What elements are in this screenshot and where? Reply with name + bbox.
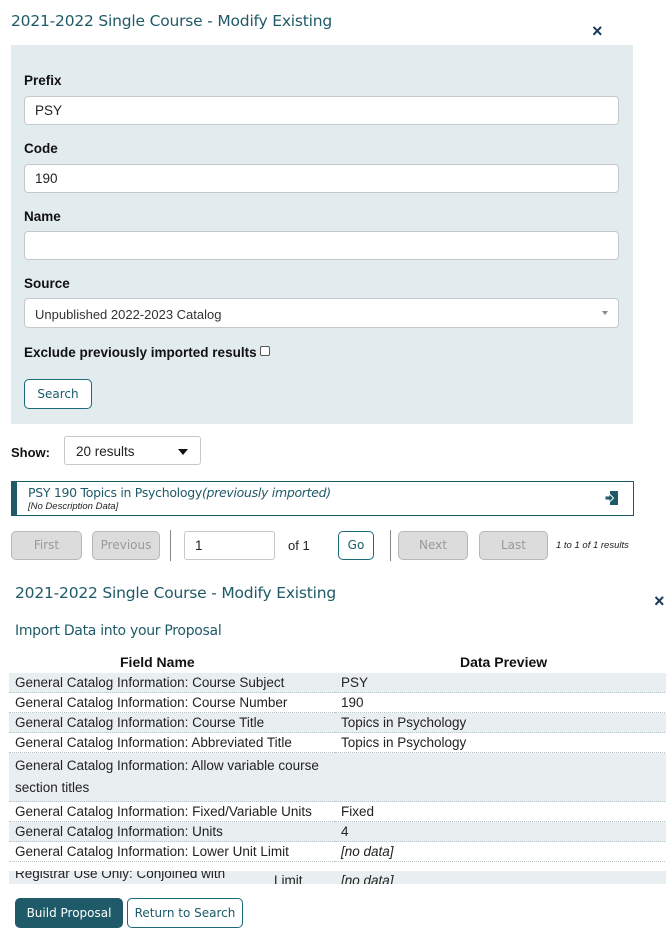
source-selected-value: Unpublished 2022-2023 Catalog bbox=[35, 307, 222, 322]
field-name-cell: General Catalog Information: Course Titl… bbox=[9, 712, 335, 733]
first-page-button[interactable]: First bbox=[11, 531, 82, 560]
field-name-cell: General Catalog Information: Allow varia… bbox=[9, 752, 335, 802]
results-summary: 1 to 1 of 1 results bbox=[556, 540, 629, 551]
result-item[interactable]: PSY 190 Topics in Psychology(previously … bbox=[11, 481, 634, 516]
table-row: General Catalog Information: Allow varia… bbox=[9, 752, 666, 802]
page-number-input[interactable] bbox=[184, 531, 275, 560]
field-name-cell: General Catalog Information: Course Numb… bbox=[9, 692, 335, 713]
column-header-data-preview: Data Preview bbox=[460, 654, 548, 670]
table-row: General Catalog Information: Abbreviated… bbox=[9, 732, 666, 753]
field-name-cell: Limit bbox=[274, 873, 303, 884]
result-title[interactable]: PSY 190 Topics in Psychology bbox=[28, 485, 202, 500]
go-button[interactable]: Go bbox=[338, 531, 374, 560]
source-select[interactable]: Unpublished 2022-2023 Catalog bbox=[24, 298, 619, 328]
import-icon[interactable] bbox=[604, 490, 620, 506]
previous-page-button[interactable]: Previous bbox=[92, 531, 160, 560]
table-row: General Catalog Information: Course Subj… bbox=[9, 673, 666, 693]
field-name-cell: General Catalog Information: Fixed/Varia… bbox=[9, 801, 335, 822]
last-page-button[interactable]: Last bbox=[479, 531, 548, 560]
return-to-search-button[interactable]: Return to Search bbox=[127, 898, 243, 928]
data-preview-cell: Topics in Psychology bbox=[335, 712, 666, 733]
name-label: Name bbox=[24, 209, 61, 224]
data-preview-cell: Fixed bbox=[335, 801, 666, 822]
data-preview-cell: PSY bbox=[335, 673, 666, 693]
next-page-button[interactable]: Next bbox=[398, 531, 468, 560]
exclude-label: Exclude previously imported results bbox=[24, 345, 257, 360]
show-select[interactable]: 20 results bbox=[64, 436, 201, 465]
column-header-field-name: Field Name bbox=[120, 654, 195, 670]
data-preview-cell: 190 bbox=[335, 692, 666, 713]
chevron-down-icon bbox=[602, 311, 608, 315]
modal-title: 2021-2022 Single Course - Modify Existin… bbox=[15, 584, 337, 602]
modal-title: 2021-2022 Single Course - Modify Existin… bbox=[11, 12, 333, 30]
close-icon[interactable]: × bbox=[592, 22, 603, 40]
name-input[interactable] bbox=[24, 231, 619, 260]
table-row: General Catalog Information: Units 4 bbox=[9, 821, 666, 842]
page-of-text: of 1 bbox=[288, 538, 310, 553]
show-selected-value: 20 results bbox=[76, 444, 135, 459]
prefix-label: Prefix bbox=[24, 73, 62, 88]
close-icon[interactable]: × bbox=[654, 592, 665, 610]
caret-down-icon bbox=[178, 449, 188, 455]
result-description: [No Description Data] bbox=[28, 501, 119, 512]
table-row: General Catalog Information: Fixed/Varia… bbox=[9, 801, 666, 822]
data-preview-cell: [no data] bbox=[335, 841, 666, 862]
data-preview-cell bbox=[335, 752, 666, 802]
data-preview-cell: 4 bbox=[335, 821, 666, 842]
field-name-cell: General Catalog Information: Units bbox=[9, 821, 335, 842]
build-proposal-button[interactable]: Build Proposal bbox=[15, 898, 123, 928]
result-tag: (previously imported) bbox=[201, 485, 331, 500]
prefix-input[interactable] bbox=[24, 96, 619, 125]
table-row-partial: Registrar Use Only: Conjoined with Limit… bbox=[9, 871, 666, 884]
import-data-table: General Catalog Information: Course Subj… bbox=[9, 673, 666, 871]
search-button[interactable]: Search bbox=[24, 379, 92, 409]
data-preview-cell: [no data] bbox=[341, 873, 394, 884]
field-name-cell: General Catalog Information: Course Subj… bbox=[9, 673, 335, 693]
field-name-cell: General Catalog Information: Abbreviated… bbox=[9, 732, 335, 753]
show-label: Show: bbox=[11, 445, 50, 460]
code-input[interactable] bbox=[24, 164, 619, 193]
table-row: General Catalog Information: Course Numb… bbox=[9, 692, 666, 713]
pagination-divider bbox=[170, 530, 171, 561]
table-row: General Catalog Information: Lower Unit … bbox=[9, 841, 666, 862]
data-preview-cell: Topics in Psychology bbox=[335, 732, 666, 753]
field-name-cell: Registrar Use Only: Conjoined with bbox=[15, 871, 226, 881]
section-title: Import Data into your Proposal bbox=[15, 623, 222, 639]
source-label: Source bbox=[24, 276, 70, 291]
pagination-divider bbox=[390, 530, 391, 561]
exclude-checkbox[interactable] bbox=[260, 346, 270, 356]
table-row: General Catalog Information: Course Titl… bbox=[9, 712, 666, 733]
field-name-cell: General Catalog Information: Lower Unit … bbox=[9, 841, 335, 862]
code-label: Code bbox=[24, 141, 58, 156]
